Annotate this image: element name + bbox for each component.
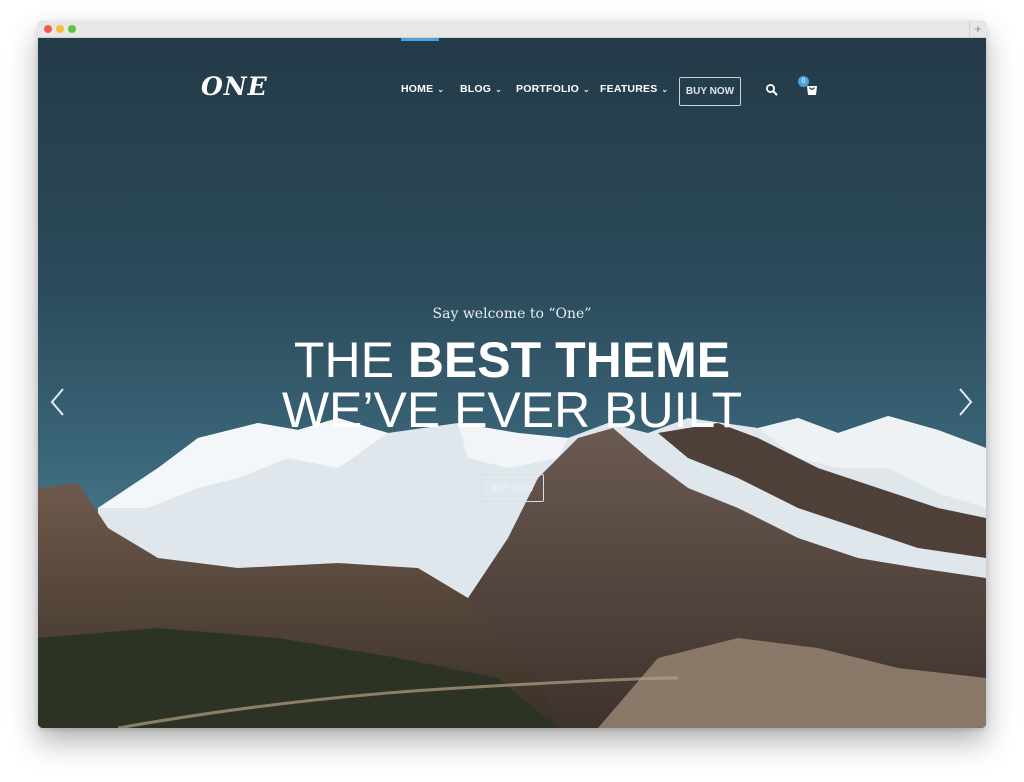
hero-headline-light: THE — [293, 332, 408, 388]
browser-titlebar: + — [38, 21, 986, 38]
hero-subtitle: Say welcome to “One” — [432, 306, 592, 322]
close-window-button[interactable] — [44, 25, 52, 33]
nav-buy-now-button[interactable]: BUY NOW — [679, 77, 741, 106]
cart-count-badge: 0 — [798, 76, 809, 87]
nav-item-features[interactable]: FEATURES ⌄ — [600, 83, 668, 99]
nav-item-label: BLOG — [460, 83, 492, 95]
nav-active-indicator — [401, 38, 439, 41]
zoom-window-button[interactable] — [68, 25, 76, 33]
browser-window: + ONE HOME ⌄ BLOG ⌄ PORTFOLIO ⌄ FEATURES… — [38, 21, 986, 728]
hero-section: ONE HOME ⌄ BLOG ⌄ PORTFOLIO ⌄ FEATURES ⌄ BUY… — [38, 38, 986, 728]
chevron-down-icon: ⌄ — [437, 85, 445, 94]
new-tab-button[interactable]: + — [969, 21, 986, 37]
nav-item-label: PORTFOLIO — [516, 83, 580, 95]
chevron-down-icon: ⌄ — [661, 85, 669, 94]
hero-buy-now-button[interactable]: BUY NOW — [481, 474, 544, 502]
hero-headline-line-2: WE’VE EVER BUILT — [281, 382, 743, 438]
nav-item-home[interactable]: HOME ⌄ — [401, 83, 444, 99]
nav-item-blog[interactable]: BLOG ⌄ — [460, 83, 502, 99]
chevron-down-icon: ⌄ — [495, 85, 503, 94]
nav-item-label: HOME — [401, 83, 434, 95]
hero-headline: THE BEST THEME — [38, 334, 986, 386]
nav-item-portfolio[interactable]: PORTFOLIO ⌄ — [516, 83, 590, 99]
hero-headline-bold: BEST THEME — [407, 332, 731, 388]
search-icon[interactable] — [765, 83, 779, 97]
minimize-window-button[interactable] — [56, 25, 64, 33]
chevron-down-icon: ⌄ — [583, 85, 590, 94]
nav-item-label: FEATURES — [600, 83, 658, 95]
site-logo[interactable]: ONE — [201, 72, 268, 101]
